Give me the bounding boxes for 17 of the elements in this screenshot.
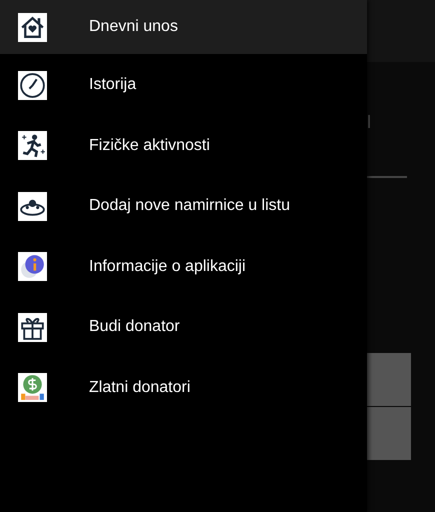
clock-icon: [18, 70, 47, 100]
menu-item[interactable]: Zlatni donatori: [0, 360, 367, 414]
menu-item[interactable]: Fizičke aktivnosti: [0, 118, 367, 172]
menu-item[interactable]: Dnevni unos: [0, 0, 367, 54]
menu-item[interactable]: Informacije o aplikaciji: [0, 240, 367, 294]
gift-icon: [18, 312, 47, 342]
coin-hand-icon: [18, 373, 47, 402]
bowl-icon: [18, 192, 47, 220]
menu-item[interactable]: Budi donator: [0, 300, 367, 354]
info-icon: [18, 252, 47, 281]
menu-item[interactable]: Istorija: [0, 58, 367, 112]
grid-cell: [367, 407, 411, 460]
runner-icon: [18, 131, 47, 160]
label-text: l: [367, 112, 371, 133]
field-underline: [367, 176, 407, 178]
grid-cell: [367, 353, 411, 406]
menu-item[interactable]: Dodaj nove namirnice u listu: [0, 179, 367, 233]
